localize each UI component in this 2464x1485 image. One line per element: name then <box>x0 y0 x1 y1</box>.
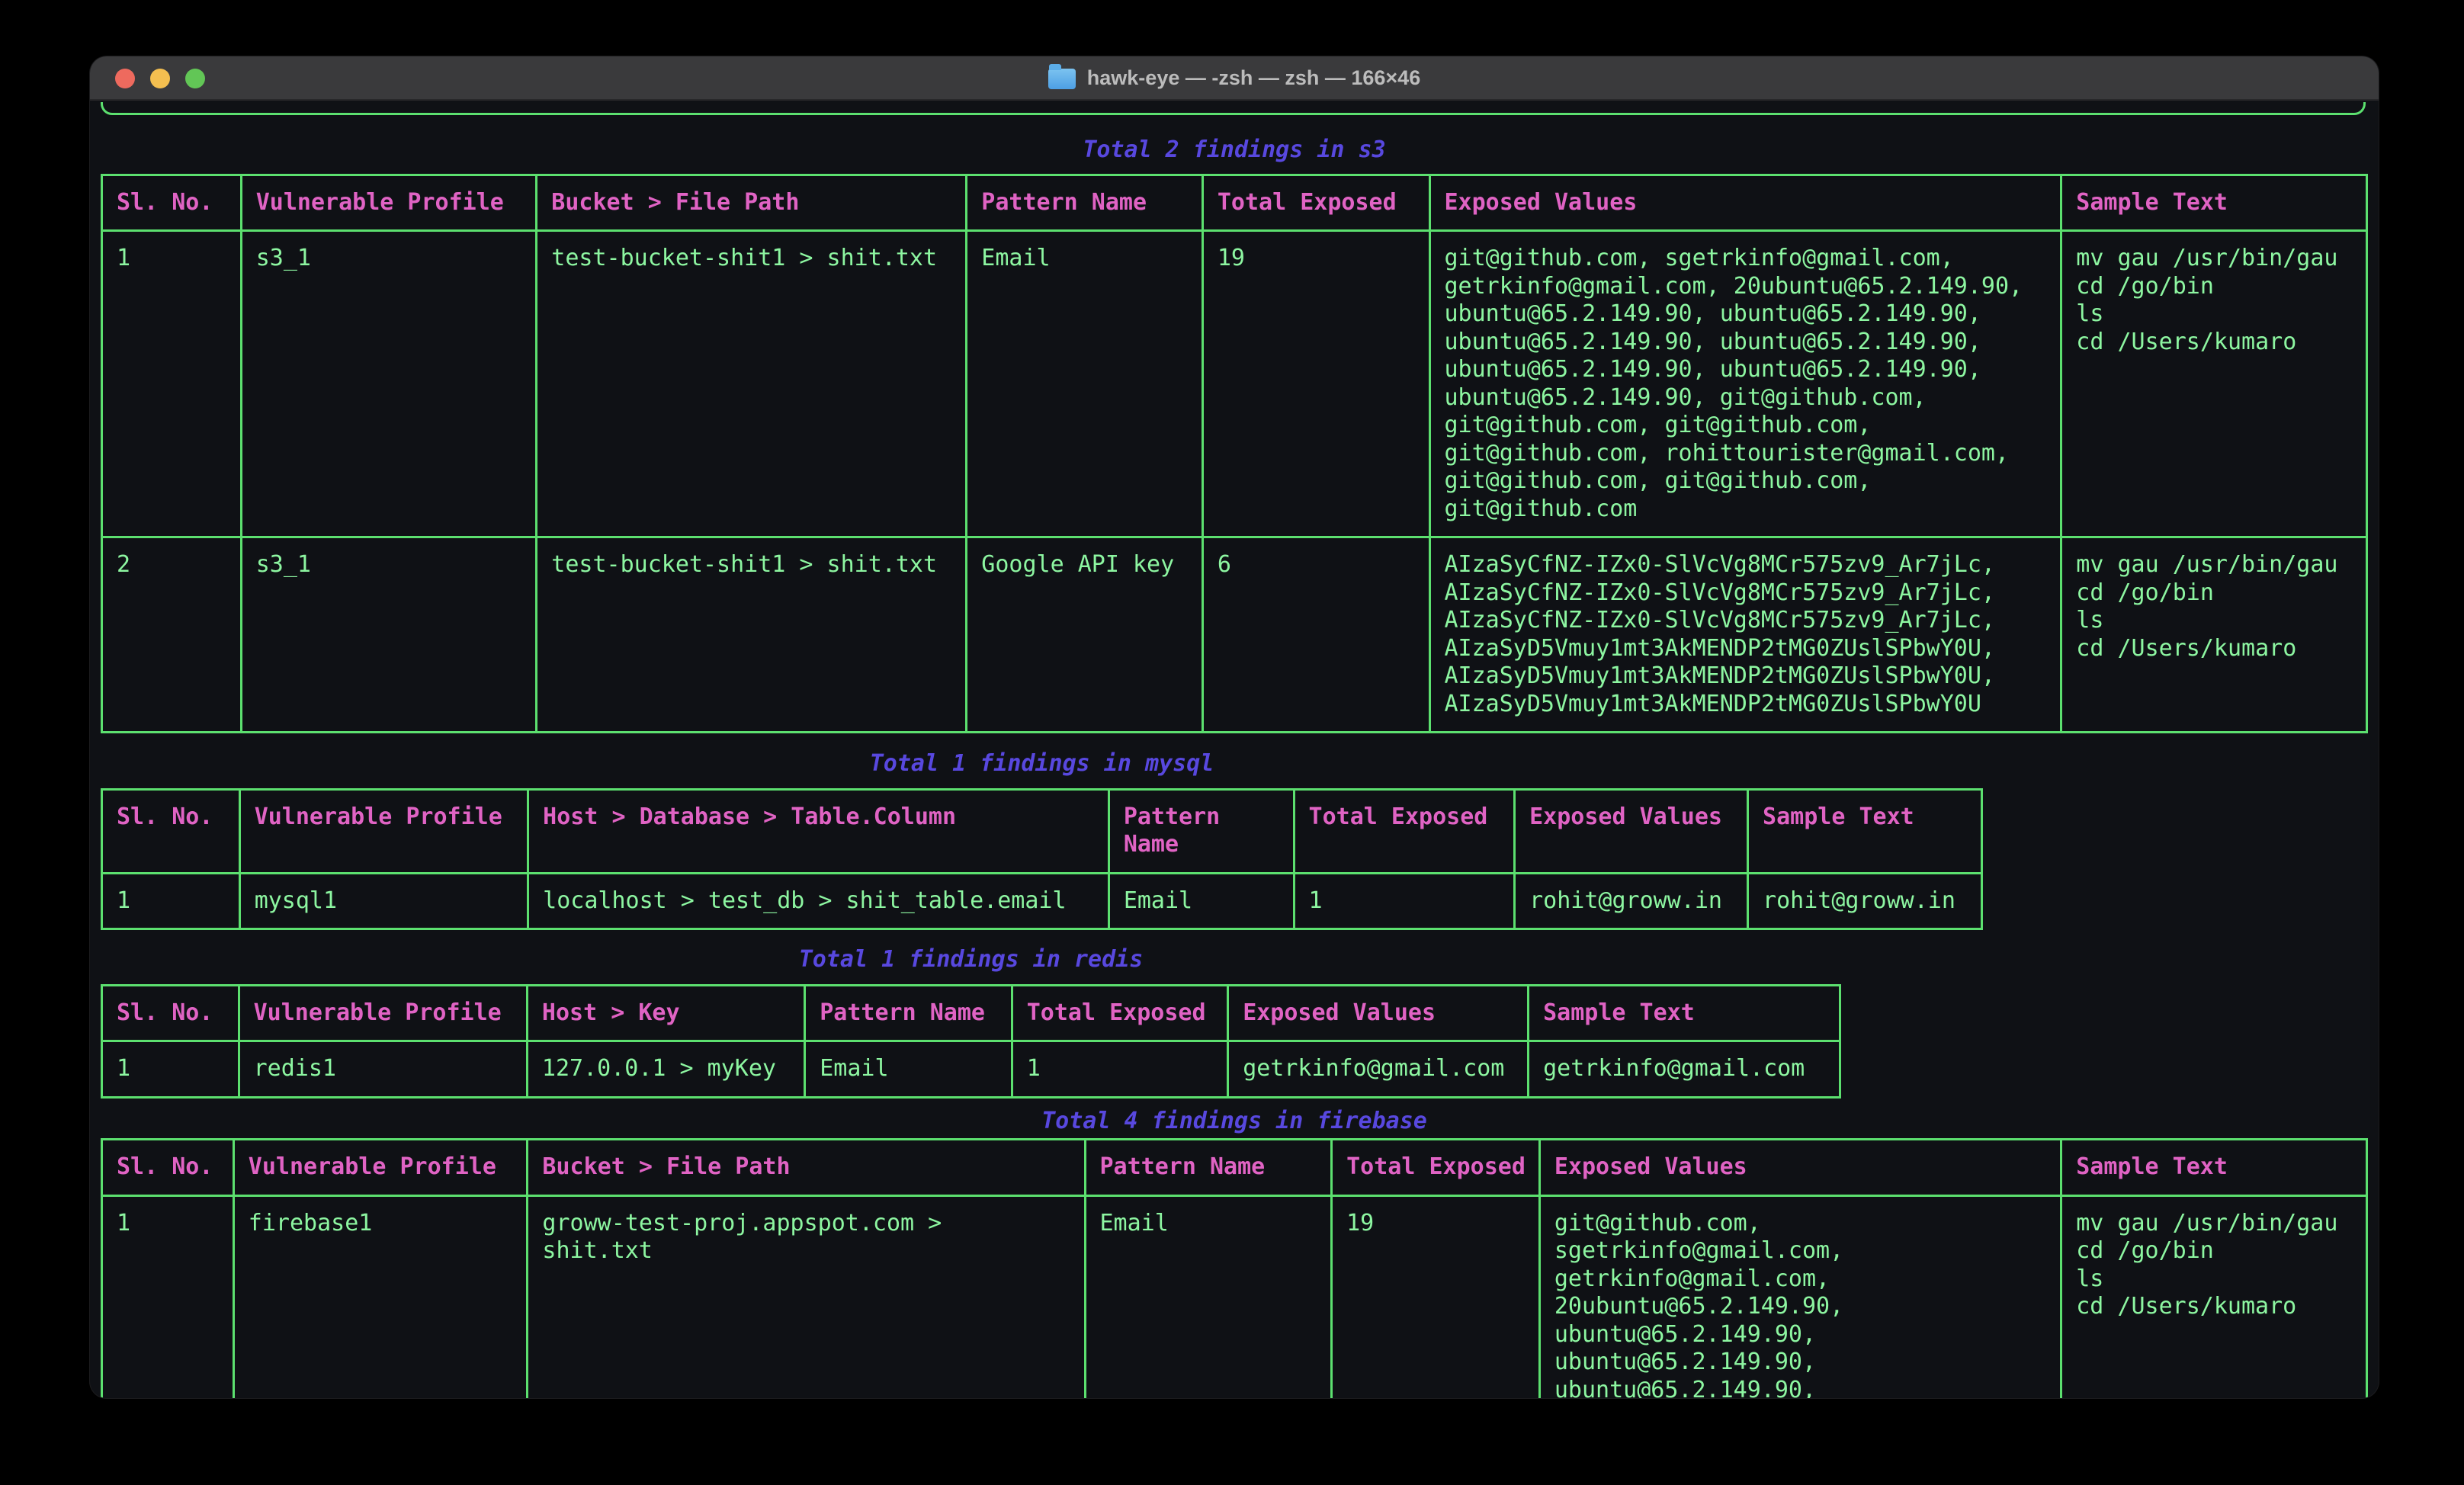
s3-section: Total 2 findings in s3 Sl. No. Vulnerabl… <box>101 136 2368 733</box>
table-row: 1 firebase1 groww-test-proj.appspot.com … <box>102 1195 2367 1398</box>
terminal-window: hawk-eye — -zsh — zsh — 166×46 Total 2 f… <box>90 56 2379 1398</box>
cell-total-exposed: 1 <box>1012 1041 1227 1098</box>
header-row: Sl. No. Vulnerable Profile Host > Key Pa… <box>102 985 1840 1041</box>
cell-host-key: 127.0.0.1 > myKey <box>527 1041 804 1098</box>
terminal-output[interactable]: Total 2 findings in s3 Sl. No. Vulnerabl… <box>90 102 2379 1398</box>
col-header-host-key: Host > Key <box>527 985 804 1041</box>
col-header-sample-text: Sample Text <box>1529 985 1840 1041</box>
window-titlebar[interactable]: hawk-eye — -zsh — zsh — 166×46 <box>90 56 2379 101</box>
mysql-section: Total 1 findings in mysql Sl. No. Vulner… <box>101 750 1983 930</box>
firebase-section: Total 4 findings in firebase Sl. No. Vul… <box>101 1108 2368 1399</box>
col-header-vulnerable-profile: Vulnerable Profile <box>241 175 537 231</box>
redis-findings-title: Total 1 findings in redis <box>101 946 1841 974</box>
traffic-lights <box>115 69 205 88</box>
table-row: 1 mysql1 localhost > test_db > shit_tabl… <box>102 873 1982 929</box>
cell-host-database-table-column: localhost > test_db > shit_table.email <box>528 873 1109 929</box>
cell-sample-text: rohit@groww.in <box>1748 873 1982 929</box>
cell-total-exposed: 6 <box>1202 537 1429 733</box>
header-row: Sl. No. Vulnerable Profile Host > Databa… <box>102 789 1982 873</box>
cell-vulnerable-profile: redis1 <box>239 1041 527 1098</box>
table-row: 1 redis1 127.0.0.1 > myKey Email 1 getrk… <box>102 1041 1840 1098</box>
cell-sample-text: getrkinfo@gmail.com <box>1529 1041 1840 1098</box>
col-header-pattern-name: Pattern Name <box>1108 789 1294 873</box>
col-header-exposed-values: Exposed Values <box>1515 789 1748 873</box>
cell-bucket-file-path: test-bucket-shit1 > shit.txt <box>537 537 967 733</box>
cell-vulnerable-profile: s3_1 <box>241 231 537 537</box>
cell-sl-no: 1 <box>102 1195 234 1398</box>
col-header-sample-text: Sample Text <box>2061 1140 2367 1196</box>
cell-exposed-values: rohit@groww.in <box>1515 873 1748 929</box>
col-header-host-database-table-column: Host > Database > Table.Column <box>528 789 1109 873</box>
table-row: 2 s3_1 test-bucket-shit1 > shit.txt Goog… <box>102 537 2367 733</box>
col-header-total-exposed: Total Exposed <box>1294 789 1515 873</box>
s3-findings-table: Sl. No. Vulnerable Profile Bucket > File… <box>101 174 2368 734</box>
cell-sample-text: mv gau /usr/bin/gau cd /go/bin ls cd /Us… <box>2061 231 2367 537</box>
header-row: Sl. No. Vulnerable Profile Bucket > File… <box>102 175 2367 231</box>
cell-sl-no: 1 <box>102 873 240 929</box>
cell-sl-no: 1 <box>102 1041 239 1098</box>
mysql-findings-title: Total 1 findings in mysql <box>101 750 1983 778</box>
col-header-sl-no: Sl. No. <box>102 789 240 873</box>
col-header-sl-no: Sl. No. <box>102 1140 234 1196</box>
mysql-findings-table: Sl. No. Vulnerable Profile Host > Databa… <box>101 788 1983 931</box>
col-header-exposed-values: Exposed Values <box>1429 175 2061 231</box>
cell-pattern-name: Google API key <box>967 537 1203 733</box>
col-header-exposed-values: Exposed Values <box>1539 1140 2061 1196</box>
cell-sample-text: mv gau /usr/bin/gau cd /go/bin ls cd /Us… <box>2061 1195 2367 1398</box>
minimize-button[interactable] <box>150 69 170 88</box>
cell-pattern-name: Email <box>805 1041 1012 1098</box>
cell-exposed-values: git@github.com, sgetrkinfo@gmail.com, ge… <box>1429 231 2061 537</box>
cell-total-exposed: 19 <box>1202 231 1429 537</box>
cell-sl-no: 2 <box>102 537 242 733</box>
s3-findings-title: Total 2 findings in s3 <box>101 136 2368 165</box>
window-title: hawk-eye — -zsh — zsh — 166×46 <box>1048 66 1420 90</box>
cell-total-exposed: 1 <box>1294 873 1515 929</box>
cell-pattern-name: Email <box>1108 873 1294 929</box>
col-header-total-exposed: Total Exposed <box>1332 1140 1540 1196</box>
close-button[interactable] <box>115 69 135 88</box>
redis-findings-table: Sl. No. Vulnerable Profile Host > Key Pa… <box>101 984 1841 1099</box>
col-header-total-exposed: Total Exposed <box>1202 175 1429 231</box>
col-header-sample-text: Sample Text <box>2061 175 2367 231</box>
col-header-sl-no: Sl. No. <box>102 175 242 231</box>
folder-icon <box>1048 69 1076 89</box>
table-row: 1 s3_1 test-bucket-shit1 > shit.txt Emai… <box>102 231 2367 537</box>
window-title-text: hawk-eye — -zsh — zsh — 166×46 <box>1087 66 1420 90</box>
previous-table-remnant <box>101 102 2366 115</box>
firebase-findings-title: Total 4 findings in firebase <box>101 1108 2368 1136</box>
cell-vulnerable-profile: firebase1 <box>233 1195 528 1398</box>
cell-sl-no: 1 <box>102 231 242 537</box>
zoom-button[interactable] <box>185 69 205 88</box>
col-header-vulnerable-profile: Vulnerable Profile <box>239 789 528 873</box>
cell-exposed-values: getrkinfo@gmail.com <box>1228 1041 1529 1098</box>
cell-pattern-name: Email <box>967 231 1203 537</box>
col-header-exposed-values: Exposed Values <box>1228 985 1529 1041</box>
col-header-pattern-name: Pattern Name <box>967 175 1203 231</box>
cell-vulnerable-profile: mysql1 <box>239 873 528 929</box>
cell-total-exposed: 19 <box>1332 1195 1540 1398</box>
col-header-pattern-name: Pattern Name <box>805 985 1012 1041</box>
cell-vulnerable-profile: s3_1 <box>241 537 537 733</box>
col-header-bucket-file-path: Bucket > File Path <box>537 175 967 231</box>
cell-bucket-file-path: groww-test-proj.appspot.com > shit.txt <box>528 1195 1085 1398</box>
col-header-vulnerable-profile: Vulnerable Profile <box>239 985 527 1041</box>
cell-pattern-name: Email <box>1085 1195 1332 1398</box>
cell-exposed-values: AIzaSyCfNZ-IZx0-SlVcVg8MCr575zv9_Ar7jLc,… <box>1429 537 2061 733</box>
cell-exposed-values: git@github.com, sgetrkinfo@gmail.com, ge… <box>1539 1195 2061 1398</box>
firebase-findings-table: Sl. No. Vulnerable Profile Bucket > File… <box>101 1138 2368 1398</box>
cell-sample-text: mv gau /usr/bin/gau cd /go/bin ls cd /Us… <box>2061 537 2367 733</box>
col-header-sl-no: Sl. No. <box>102 985 239 1041</box>
col-header-pattern-name: Pattern Name <box>1085 1140 1332 1196</box>
col-header-vulnerable-profile: Vulnerable Profile <box>233 1140 528 1196</box>
col-header-sample-text: Sample Text <box>1748 789 1982 873</box>
redis-section: Total 1 findings in redis Sl. No. Vulner… <box>101 946 1841 1099</box>
col-header-total-exposed: Total Exposed <box>1012 985 1227 1041</box>
cell-bucket-file-path: test-bucket-shit1 > shit.txt <box>537 231 967 537</box>
header-row: Sl. No. Vulnerable Profile Bucket > File… <box>102 1140 2367 1196</box>
col-header-bucket-file-path: Bucket > File Path <box>528 1140 1085 1196</box>
